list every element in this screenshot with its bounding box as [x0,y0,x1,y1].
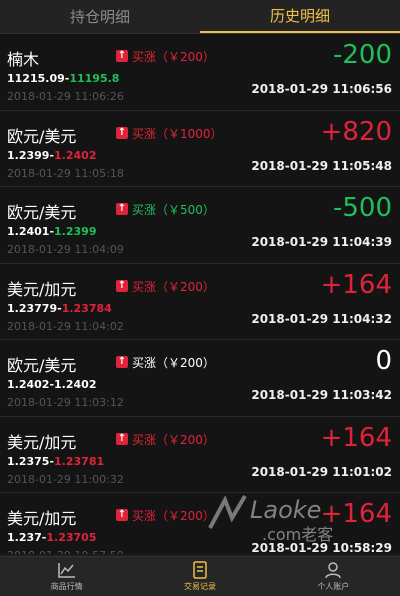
close-price: 1.23784 [61,301,112,315]
symbol: 欧元/美元 [7,126,77,146]
open-price: 1.23779 [7,301,58,315]
close-time: 2018-01-29 11:04:39 [251,235,392,249]
price-range: 1.2375-1.23781 [7,455,104,468]
price-range: 1.2399-1.2402 [7,149,96,162]
history-row[interactable]: 楠木 ↑ 买涨（￥200） 11215.09-11195.8 2018-01-29 11… [0,34,400,111]
profit-loss: -500 [332,193,392,223]
profit-loss: +164 [320,269,392,300]
nav-market[interactable]: 商品行情 [0,557,133,596]
history-list[interactable]: 楠木 ↑ 买涨（￥200） 11215.09-11195.8 2018-01-29 11… [0,34,400,554]
close-time: 2018-01-29 11:06:56 [251,82,392,96]
tab-positions[interactable]: 持仓明细 [0,0,200,33]
open-price: 1.2401 [7,225,50,238]
trade-direction: 买涨（￥200） [132,279,215,294]
profit-loss: +164 [320,499,392,529]
open-time: 2018-01-29 10:57:59 [7,549,124,554]
record-icon [193,561,207,579]
symbol: 美元/加元 [7,509,77,528]
chart-icon [57,563,75,578]
history-row[interactable]: 美元/加元 ↑ 买涨（￥200） 1.2375-1.23781 2018-01-29 1… [0,416,400,493]
close-time: 2018-01-29 11:04:32 [251,311,392,326]
arrow-up-icon: ↑ [116,432,128,445]
profit-loss: +164 [320,422,392,453]
trade-direction: 买涨（￥200） [132,356,215,370]
open-price: 1.2402 [7,378,50,391]
history-row[interactable]: 欧元/美元 ↑ 买涨（￥500） 1.2401-1.2399 2018-01-29 11… [0,187,400,264]
user-icon [325,562,342,579]
nav-market-label: 商品行情 [50,582,83,591]
profit-loss: +820 [320,116,392,147]
tab-bar: 持仓明细 历史明细 [0,0,400,34]
trade-direction: 买涨（￥200） [132,50,215,64]
open-time: 2018-01-29 11:05:18 [7,166,124,180]
close-price: 1.23781 [54,454,105,468]
arrow-up-icon: ↑ [116,203,128,215]
history-row[interactable]: 美元/加元 ↑ 买涨（￥200） 1.237-1.23705 2018-01-29 10… [0,493,400,554]
close-price: 11195.8 [69,72,120,85]
arrow-up-icon: ↑ [116,356,128,368]
arrow-up-icon: ↑ [116,279,128,292]
symbol: 美元/加元 [7,279,77,299]
close-price: 1.2402 [54,148,97,162]
trade-direction: 买涨（￥200） [132,509,215,523]
symbol: 欧元/美元 [7,203,77,222]
nav-account-label: 个人账户 [317,582,350,591]
profit-loss: 0 [375,346,392,376]
symbol: 欧元/美元 [7,356,77,375]
close-price: 1.2402 [54,378,97,391]
history-row[interactable]: 欧元/美元 ↑ 买涨（￥200） 1.2402-1.2402 2018-01-29 11… [0,340,400,417]
nav-records-label: 交易记录 [183,582,216,591]
open-time: 2018-01-29 11:04:02 [7,319,124,333]
price-range: 11215.09-11195.8 [7,72,119,85]
price-range: 1.237-1.23705 [7,531,96,544]
history-row[interactable]: 欧元/美元 ↑ 买涨（￥1000） 1.2399-1.2402 2018-01-29 1… [0,110,400,187]
trade-direction: 买涨（￥500） [132,203,215,217]
price-range: 1.23779-1.23784 [7,302,112,315]
open-price: 1.2375 [7,454,50,468]
nav-records[interactable]: 交易记录 [133,557,266,596]
open-price: 11215.09 [7,72,65,85]
tab-history[interactable]: 历史明细 [200,0,400,33]
open-time: 2018-01-29 11:04:09 [7,243,124,256]
arrow-up-icon: ↑ [116,126,128,139]
price-range: 1.2401-1.2399 [7,225,96,238]
profit-loss: -200 [332,40,392,70]
open-price: 1.237 [7,531,42,544]
nav-account[interactable]: 个人账户 [267,557,400,596]
price-range: 1.2402-1.2402 [7,378,96,391]
open-time: 2018-01-29 11:03:12 [7,396,124,409]
arrow-up-icon: ↑ [116,509,128,521]
symbol: 楠木 [7,50,40,69]
arrow-up-icon: ↑ [116,50,128,62]
history-row[interactable]: 美元/加元 ↑ 买涨（￥200） 1.23779-1.23784 2018-01-29 … [0,263,400,340]
close-price: 1.2399 [54,225,97,238]
close-time: 2018-01-29 11:03:42 [251,388,392,402]
close-time: 2018-01-29 11:05:48 [251,158,392,173]
trade-direction: 买涨（￥200） [132,432,215,447]
close-time: 2018-01-29 10:58:29 [251,541,392,554]
open-time: 2018-01-29 11:06:26 [7,90,124,103]
open-price: 1.2399 [7,148,50,162]
open-time: 2018-01-29 11:00:32 [7,472,124,486]
symbol: 美元/加元 [7,432,77,452]
bottom-nav: 商品行情 交易记录 个人账户 [0,556,400,596]
close-price: 1.23705 [46,531,97,544]
trade-direction: 买涨（￥1000） [132,126,223,141]
close-time: 2018-01-29 11:01:02 [251,464,392,479]
